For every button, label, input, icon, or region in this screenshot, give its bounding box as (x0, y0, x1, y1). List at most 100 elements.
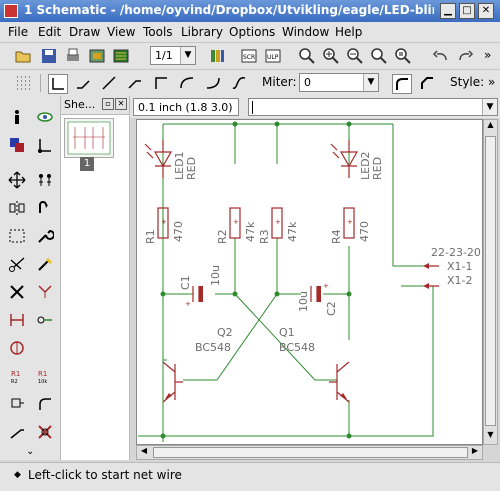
horizontal-scrollbar[interactable]: ◀ ▶ (136, 445, 483, 460)
mark-icon[interactable] (36, 136, 54, 154)
horizontal-scroll-thumb[interactable] (153, 447, 468, 458)
svg-text:R2: R2 (11, 379, 18, 385)
add-part-icon[interactable] (36, 283, 54, 301)
scroll-down-icon[interactable]: ▼ (484, 430, 497, 444)
delete-icon[interactable] (8, 283, 26, 301)
command-input[interactable]: ▼ (248, 98, 498, 116)
value-icon[interactable]: R110k (36, 367, 54, 385)
maximize-button[interactable]: □ (459, 3, 475, 19)
c1-value: 10u (209, 265, 222, 286)
group-icon[interactable] (8, 227, 26, 245)
redo-icon[interactable] (456, 47, 474, 65)
c2-symbol (310, 286, 318, 302)
change-wrench-icon[interactable] (36, 227, 54, 245)
bend-straight-icon[interactable] (100, 74, 118, 92)
connector-net-2 (138, 285, 434, 437)
script-icon[interactable]: SCR (240, 47, 258, 65)
menu-file[interactable]: File (8, 25, 28, 39)
show-eye-icon[interactable] (36, 108, 54, 126)
invoke-icon[interactable] (8, 339, 26, 357)
zoom-redraw-icon[interactable] (370, 47, 388, 65)
sheet-thumbnail[interactable] (64, 118, 114, 158)
palette-expand-icon[interactable]: ⌄ (26, 446, 34, 457)
schematic-drawing[interactable]: LED1 RED LED2 RED R1 470 R2 47k R3 47k R… (137, 120, 483, 445)
mirror-icon[interactable] (8, 199, 26, 217)
scroll-right-icon[interactable]: ▶ (468, 446, 482, 459)
grid-layer-icon[interactable] (14, 74, 32, 92)
plus-mark: + (161, 218, 167, 226)
transistor-leads (162, 359, 350, 436)
menu-edit[interactable]: Edit (38, 25, 61, 39)
zoom-in-icon[interactable] (322, 47, 340, 65)
r4-value: 470 (358, 221, 371, 242)
bend-arc-alt-icon[interactable] (204, 74, 222, 92)
zoom-out-icon[interactable] (346, 47, 364, 65)
menu-help[interactable]: Help (335, 25, 362, 39)
bend-spline-icon[interactable] (230, 74, 248, 92)
move-icon[interactable] (8, 171, 26, 189)
miter-select[interactable]: 0 ▼ (299, 73, 379, 92)
c1-name: C1 (179, 275, 192, 290)
miter-straight-icon[interactable] (418, 74, 436, 92)
vertical-scroll-thumb[interactable] (485, 136, 496, 426)
menu-tools[interactable]: Tools (143, 25, 173, 39)
bend-arc-icon[interactable] (178, 74, 196, 92)
library-icon[interactable] (208, 47, 226, 65)
info-icon[interactable] (8, 108, 26, 126)
zoom-select-icon[interactable] (394, 47, 412, 65)
sheet-select[interactable]: 1/1 ▼ (150, 46, 196, 65)
chevron-down-icon: ▼ (180, 47, 195, 64)
bend-right-alt-icon[interactable] (152, 74, 170, 92)
sheet-select-value: 1/1 (155, 49, 173, 62)
zoom-fit-icon[interactable] (298, 47, 316, 65)
menu-window[interactable]: Window (282, 25, 329, 39)
menu-draw[interactable]: Draw (69, 25, 100, 39)
vertical-scrollbar[interactable]: ▲ ▼ (483, 119, 498, 445)
undo-icon[interactable] (432, 47, 450, 65)
smash-icon[interactable] (8, 395, 26, 413)
save-icon[interactable] (40, 47, 58, 65)
schematic-canvas[interactable]: LED1 RED LED2 RED R1 470 R2 47k R3 47k R… (136, 119, 483, 445)
q1-name: Q1 (279, 326, 295, 339)
connector-name: 22-23-20 (431, 246, 481, 259)
bend-45-alt-icon[interactable] (126, 74, 144, 92)
paste-icon[interactable] (36, 255, 54, 273)
sheets-panel-title: She... (64, 98, 96, 111)
connector-pin1: X1-1 (447, 260, 473, 273)
display-layers-icon[interactable] (8, 136, 26, 154)
menu-view[interactable]: View (107, 25, 135, 39)
minimize-button[interactable]: ▁ (440, 3, 456, 19)
replace-icon[interactable] (36, 311, 54, 329)
q1-value: BC548 (279, 341, 315, 354)
wire-toolbar-more[interactable]: » (488, 75, 495, 89)
close-button[interactable]: ✕ (478, 3, 494, 19)
bend-right-angle-icon[interactable] (48, 74, 68, 94)
q2-name: Q2 (217, 326, 233, 339)
toolbar-more[interactable]: » (484, 48, 491, 62)
erc-icon[interactable] (36, 423, 54, 441)
split-icon[interactable] (8, 423, 26, 441)
close-panel-icon[interactable]: ✕ (115, 98, 127, 110)
menu-library[interactable]: Library (181, 25, 223, 39)
board-switch-icon[interactable] (112, 47, 130, 65)
q2-symbol (162, 361, 183, 403)
name-icon[interactable]: R1R2 (8, 367, 26, 385)
rotate-icon[interactable] (36, 199, 54, 217)
float-panel-icon[interactable]: ▫ (102, 98, 114, 110)
plus-mark: + (233, 218, 239, 226)
bend-45-icon[interactable] (74, 74, 92, 92)
print-icon[interactable] (64, 47, 82, 65)
cam-icon[interactable] (88, 47, 106, 65)
ulp-icon[interactable]: ULP (264, 47, 282, 65)
scroll-up-icon[interactable]: ▲ (484, 120, 497, 134)
miter-icon[interactable] (36, 395, 54, 413)
cut-icon[interactable] (8, 255, 26, 273)
copy-icon[interactable] (36, 171, 54, 189)
scroll-left-icon[interactable]: ◀ (137, 446, 151, 459)
menu-options[interactable]: Options (229, 25, 275, 39)
open-icon[interactable] (14, 47, 32, 65)
pinswap-icon[interactable] (8, 311, 26, 329)
junction (274, 121, 280, 127)
miter-round-icon[interactable] (392, 74, 412, 94)
x1-1-arrow (423, 263, 429, 269)
